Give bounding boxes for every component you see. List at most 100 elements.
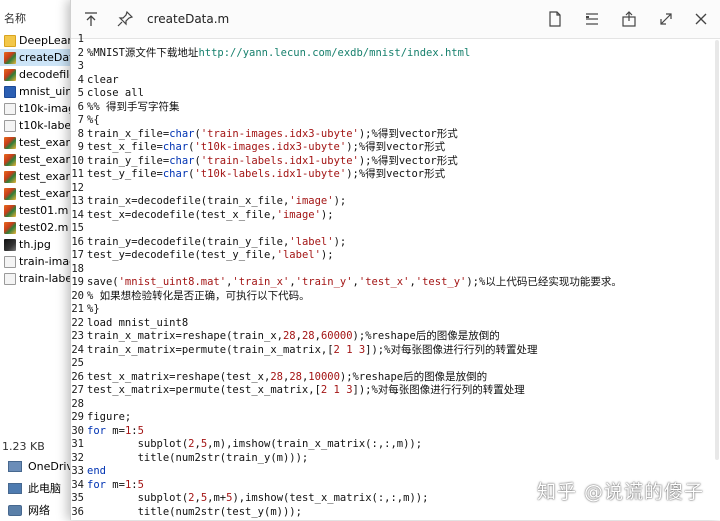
pin-icon[interactable]	[115, 9, 135, 29]
code-token: ,m),imshow(train_x_matrix(:,:,m));	[207, 438, 423, 450]
table-file-icon	[4, 85, 16, 98]
code-token: 't10k-labels.idx1-ubyte'	[194, 168, 347, 180]
navigation-pane: OneDrive 此电脑 网络	[0, 455, 80, 521]
code-token: char	[162, 141, 189, 153]
file-item[interactable]: train-label	[0, 270, 80, 287]
code-text: save('mnist_uint8.mat','train_x','train_…	[87, 276, 622, 290]
code-text: % 如果想检验转化是否正确，可执行以下代码。	[87, 290, 310, 304]
code-token: clear	[87, 73, 119, 86]
nav-item-this-pc[interactable]: 此电脑	[0, 477, 80, 499]
line-number: 26	[71, 370, 84, 383]
code-line: 9 test_x_file=char('t10k-images.idx3-ubyt…	[71, 141, 720, 155]
maximize-icon[interactable]	[656, 9, 676, 29]
line-number: 4	[77, 73, 84, 86]
line-number: 28	[71, 397, 84, 410]
matlab-file-icon	[4, 153, 16, 166]
code-area[interactable]: 1 2 %MNIST源文件下载地址http://yann.lecun.com/exd…	[71, 33, 720, 520]
list-view-icon[interactable]	[582, 9, 602, 29]
file-item[interactable]: DeepLearn	[0, 32, 80, 49]
code-token: 60000	[320, 330, 353, 342]
file-item[interactable]: t10k-image	[0, 100, 80, 117]
code-token: m=	[105, 478, 125, 491]
nav-item-onedrive[interactable]: OneDrive	[0, 455, 80, 477]
share-icon[interactable]	[619, 9, 639, 29]
code-preview-window: createData.m 1 2 %MNIST源文件下载地址http://yann.…	[70, 0, 720, 520]
file-item[interactable]: test_exam	[0, 134, 80, 151]
line-number: 2	[77, 46, 84, 59]
code-token: 'image'	[276, 208, 321, 221]
close-icon[interactable]	[691, 9, 711, 29]
line-number: 14	[71, 208, 84, 221]
line-number: 33	[71, 465, 84, 477]
code-text: figure;	[87, 411, 131, 425]
matlab-file-icon	[4, 187, 16, 200]
cloud-icon	[8, 460, 22, 472]
file-item[interactable]: th.jpg	[0, 236, 80, 253]
code-line: 16 train_y=decodefile(train_y_file,'label…	[71, 236, 720, 250]
code-token: train_x_matrix=reshape(train_x,	[87, 330, 283, 342]
matlab-file-icon	[4, 204, 16, 217]
file-item[interactable]: train-imag	[0, 253, 80, 270]
name-column-header[interactable]: 名称	[4, 10, 26, 26]
code-token: test_x_file=	[87, 141, 163, 153]
code-token: ]);%对每张图像进行行列的转置处理	[365, 343, 538, 356]
code-token: );%reshape后的图像是放倒的	[339, 370, 488, 383]
code-token: 'train_x'	[232, 276, 290, 288]
code-text: %{	[87, 114, 100, 128]
file-item[interactable]: decodefile	[0, 66, 80, 83]
matlab-file-icon	[4, 68, 16, 81]
code-text: load mnist_uint8	[87, 317, 188, 331]
line-number: 8	[77, 127, 84, 140]
code-token: title(num2str(test_y(m)));	[87, 505, 302, 518]
line-number: 32	[71, 451, 84, 464]
code-token: subplot(	[87, 438, 189, 450]
code-token: 10000	[308, 370, 340, 383]
code-line: 1	[71, 33, 720, 47]
code-token: 'image'	[289, 195, 334, 207]
computer-icon	[8, 482, 22, 494]
file-item-selected[interactable]: createData.m	[0, 49, 80, 66]
open-file-icon[interactable]	[545, 9, 565, 29]
file-item[interactable]: test_exam	[0, 185, 80, 202]
line-number: 22	[71, 316, 84, 329]
code-line: 24 train_x_matrix=permute(train_x_matrix,…	[71, 344, 720, 358]
network-icon	[8, 504, 22, 516]
file-item[interactable]: mnist_uint8	[0, 83, 80, 100]
folder-icon	[4, 34, 16, 47]
code-line: 11 test_y_file=char('t10k-labels.idx1-uby…	[71, 168, 720, 182]
code-token: ),imshow(test_x_matrix(:,:,m));	[232, 492, 429, 504]
code-token: end	[87, 465, 106, 477]
line-number: 18	[71, 262, 84, 275]
code-token: test_y_file=	[87, 168, 163, 180]
code-token: ,m+	[207, 492, 227, 504]
code-token: subplot(	[87, 492, 189, 504]
code-token: 'train-labels.idx1-ubyte'	[200, 154, 359, 167]
line-number: 24	[71, 343, 84, 356]
file-item[interactable]: t10k-label	[0, 117, 80, 134]
code-token: train_x_file=	[87, 127, 170, 140]
pin-to-top-icon[interactable]	[81, 9, 101, 29]
code-token: );%得到vector形式	[346, 168, 446, 180]
code-token: );	[333, 235, 347, 248]
vertical-scrollbar[interactable]	[715, 40, 719, 460]
code-text: train_x_matrix=permute(train_x_matrix,[2…	[87, 344, 537, 358]
code-token: 2 1 3	[333, 343, 366, 356]
file-item[interactable]: test_exam	[0, 151, 80, 168]
nav-item-network[interactable]: 网络	[0, 499, 80, 521]
code-line: 5 close all	[71, 87, 720, 101]
line-number: 13	[71, 195, 84, 207]
code-line: 6%% 得到手写字符集	[71, 101, 720, 115]
file-item[interactable]: test01.m	[0, 202, 80, 219]
code-token: test_x=decodefile(test_x_file,	[87, 208, 277, 221]
file-item[interactable]: test02.m	[0, 219, 80, 236]
selection-size-status: 1.23 KB	[2, 440, 45, 453]
code-text: for m=1:5	[87, 425, 144, 439]
file-name: test02.m	[19, 221, 69, 234]
file-name: th.jpg	[19, 238, 51, 251]
file-name: test_exam	[19, 136, 77, 149]
code-line: 13 train_x=decodefile(train_x_file,'image…	[71, 195, 720, 209]
code-text: test_y=decodefile(test_y_file,'label');	[87, 249, 334, 263]
file-item[interactable]: test_exam	[0, 168, 80, 185]
line-number: 30	[71, 424, 84, 437]
code-text: train_y_file=char('train-labels.idx1-uby…	[87, 155, 458, 169]
